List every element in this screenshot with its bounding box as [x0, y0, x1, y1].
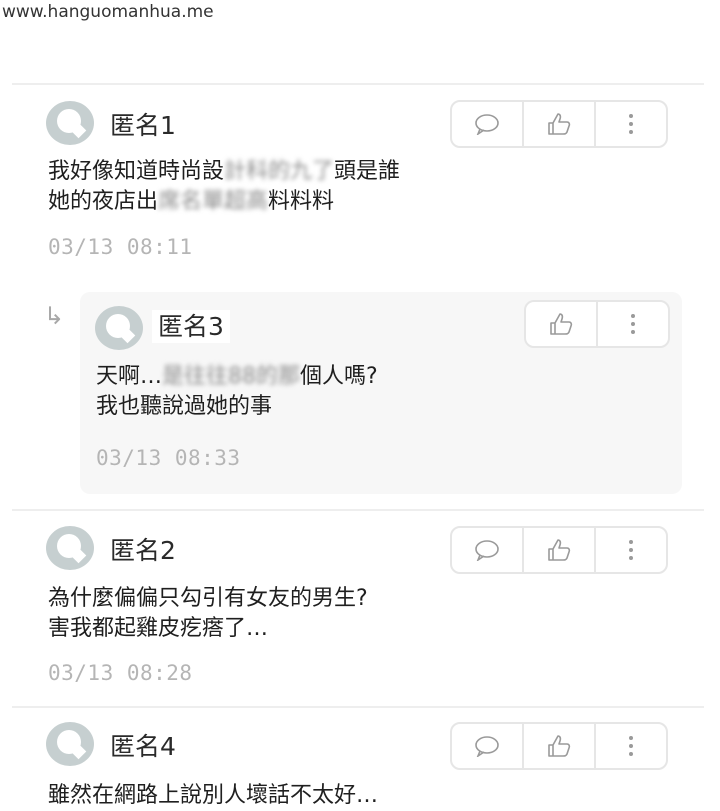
thumbs-up-icon: [548, 539, 571, 561]
comment-author[interactable]: 匿名4: [110, 727, 176, 763]
divider: [12, 83, 704, 85]
more-button[interactable]: [596, 102, 666, 146]
comment-text: 天啊…是往往88的那個人嗎? 我也聽說過她的事: [96, 364, 378, 419]
more-icon: [629, 736, 633, 756]
thumbs-up-icon: [548, 735, 571, 757]
avatar[interactable]: [46, 526, 94, 570]
comment-author[interactable]: 匿名3: [152, 307, 230, 343]
comment-actions: [450, 100, 668, 148]
more-button[interactable]: [598, 302, 668, 346]
comment-actions: [450, 722, 668, 770]
more-icon: [629, 114, 633, 134]
divider: [12, 706, 704, 708]
comment-icon: [475, 114, 499, 135]
avatar[interactable]: [95, 306, 143, 350]
like-button[interactable]: [526, 302, 598, 346]
more-button[interactable]: [596, 724, 666, 768]
comment-text: 雖然在網路上說別人壞話不太好…: [48, 783, 379, 808]
like-button[interactable]: [524, 528, 596, 572]
watermark-url: www.hanguomanhua.me: [2, 2, 214, 22]
comment-text: 為什麼偏偏只勾引有女友的男生? 害我都起雞皮疙瘩了…: [48, 586, 368, 641]
comment-timestamp: 03/13 08:28: [48, 661, 193, 685]
avatar[interactable]: [46, 101, 94, 145]
comment-text: 我好像知道時尚設計科的九了頭是誰 她的夜店出席名單超高料料料: [48, 159, 401, 214]
more-button[interactable]: [596, 528, 666, 572]
more-icon: [629, 540, 633, 560]
comment-timestamp: 03/13 08:33: [96, 446, 241, 470]
comment-actions: [524, 300, 670, 348]
thumbs-up-icon: [550, 313, 573, 335]
comment-icon: [475, 540, 499, 561]
like-button[interactable]: [524, 102, 596, 146]
reply-button[interactable]: [452, 528, 524, 572]
comment-icon: [475, 736, 499, 757]
like-button[interactable]: [524, 724, 596, 768]
avatar[interactable]: [46, 722, 94, 766]
reply-arrow-icon: ↳: [44, 302, 65, 330]
comment-actions: [450, 526, 668, 574]
comment-timestamp: 03/13 08:11: [48, 235, 193, 259]
divider: [12, 509, 704, 511]
more-icon: [631, 314, 635, 334]
reply-button[interactable]: [452, 724, 524, 768]
comment-author[interactable]: 匿名2: [110, 531, 176, 567]
thumbs-up-icon: [548, 113, 571, 135]
comment-author[interactable]: 匿名1: [110, 106, 176, 142]
reply-button[interactable]: [452, 102, 524, 146]
